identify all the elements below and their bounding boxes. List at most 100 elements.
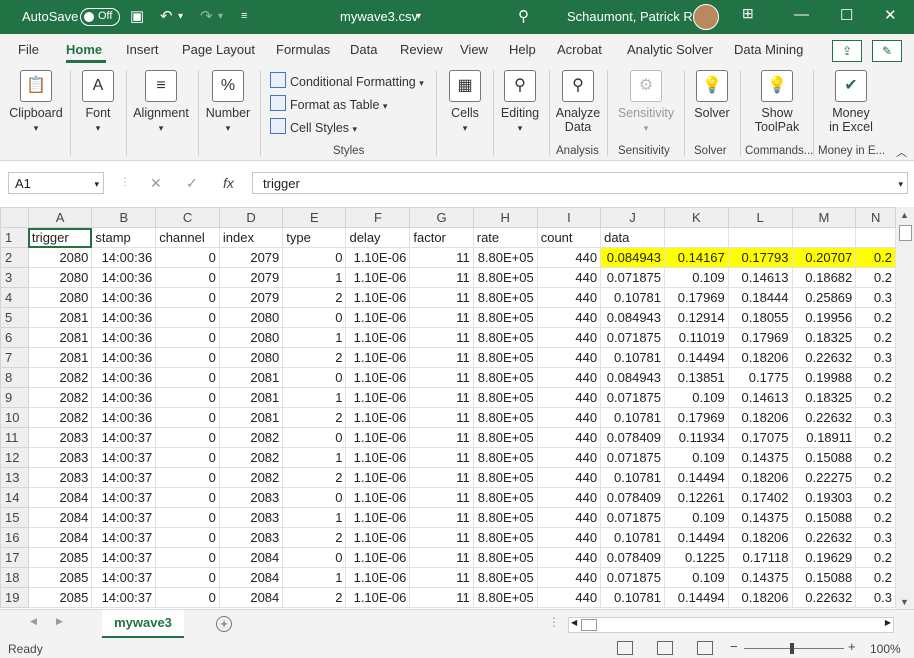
cell[interactable]: 0.14494 — [664, 347, 729, 368]
cell[interactable]: 0.109 — [664, 267, 729, 288]
cell[interactable]: 0 — [155, 427, 220, 448]
column-header[interactable]: A — [27, 207, 93, 228]
row-header[interactable]: 4 — [0, 287, 29, 308]
cell[interactable]: 1.10E-06 — [345, 467, 411, 488]
cell[interactable]: 8.80E+05 — [472, 387, 538, 408]
cell[interactable]: 14:00:37 — [91, 547, 157, 568]
cell[interactable]: 11 — [409, 287, 474, 308]
analyze-data-button[interactable]: ⚲ Analyze Data — [553, 70, 603, 134]
cell[interactable]: 0.17793 — [727, 247, 793, 268]
cell[interactable]: 2084 — [27, 527, 93, 548]
avatar[interactable] — [693, 4, 719, 30]
column-header[interactable]: N — [855, 207, 896, 228]
cell[interactable]: 0.14494 — [664, 467, 729, 488]
cell-styles-button[interactable]: Cell Styles ▾ — [270, 118, 357, 135]
cell[interactable]: 1.10E-06 — [345, 507, 411, 528]
user-name[interactable]: Schaumont, Patrick R. — [567, 9, 696, 24]
editing-button[interactable]: ⚲ Editing ▾ — [497, 70, 543, 134]
cell[interactable]: 0.17969 — [727, 327, 793, 348]
cell[interactable]: 440 — [536, 347, 602, 368]
cell[interactable]: 440 — [536, 507, 602, 528]
cell[interactable]: 440 — [536, 247, 602, 268]
cell[interactable]: 1 — [282, 567, 347, 588]
cell[interactable]: channel — [155, 227, 220, 248]
formula-input[interactable]: trigger ▾ — [252, 172, 908, 194]
cell[interactable]: 0.10781 — [600, 287, 666, 308]
page-layout-view-icon[interactable] — [657, 641, 673, 655]
column-header[interactable]: L — [727, 207, 793, 228]
cell[interactable]: 0.18206 — [727, 527, 793, 548]
cell[interactable] — [791, 227, 857, 248]
cell[interactable]: rate — [472, 227, 538, 248]
cell[interactable]: 8.80E+05 — [472, 347, 538, 368]
cell[interactable]: 0.17969 — [664, 407, 729, 428]
customize-toolbar-icon[interactable]: ≡ — [241, 10, 247, 22]
cell[interactable]: 0.2 — [855, 427, 896, 448]
cell[interactable]: 0.10781 — [600, 527, 666, 548]
cell[interactable]: 0.2 — [855, 567, 896, 588]
clipboard-button[interactable]: 📋 Clipboard ▾ — [8, 70, 64, 134]
cell[interactable]: 0.14613 — [727, 267, 793, 288]
cell[interactable]: 8.80E+05 — [472, 287, 538, 308]
cell[interactable]: 0.3 — [855, 587, 896, 608]
cell[interactable]: 2080 — [218, 307, 284, 328]
scroll-right-icon[interactable]: ▶ — [885, 618, 891, 627]
cell[interactable]: 0.18325 — [791, 327, 857, 348]
cell[interactable]: 0.14494 — [664, 587, 729, 608]
column-header[interactable]: G — [409, 207, 474, 228]
cell[interactable] — [727, 227, 793, 248]
cell[interactable]: 0 — [155, 467, 220, 488]
column-header[interactable]: B — [91, 207, 157, 228]
cell[interactable]: 2079 — [218, 267, 284, 288]
cell[interactable]: 0.14613 — [727, 387, 793, 408]
cell[interactable]: 0 — [155, 307, 220, 328]
cell[interactable]: 0.19988 — [791, 367, 857, 388]
cell[interactable]: 440 — [536, 547, 602, 568]
cell[interactable]: 11 — [409, 347, 474, 368]
row-header[interactable]: 3 — [0, 267, 29, 288]
cell[interactable]: 2084 — [218, 547, 284, 568]
cell[interactable]: 0.071875 — [600, 327, 666, 348]
row-header[interactable]: 10 — [0, 407, 29, 428]
cell[interactable]: 0.18206 — [727, 467, 793, 488]
row-header[interactable]: 19 — [0, 587, 29, 608]
tab-analytic-solver[interactable]: Analytic Solver — [627, 42, 713, 57]
cell[interactable]: 0.13851 — [664, 367, 729, 388]
column-header[interactable]: I — [536, 207, 602, 228]
cell[interactable]: 1.10E-06 — [345, 287, 411, 308]
cell[interactable]: 0.2 — [855, 267, 896, 288]
cell[interactable] — [855, 227, 896, 248]
cell[interactable]: 2079 — [218, 247, 284, 268]
row-header[interactable]: 7 — [0, 347, 29, 368]
cell[interactable]: 1.10E-06 — [345, 367, 411, 388]
cell[interactable]: 1.10E-06 — [345, 547, 411, 568]
cell[interactable]: 0 — [155, 487, 220, 508]
cell[interactable]: 1 — [282, 267, 347, 288]
cell[interactable]: 0.10781 — [600, 407, 666, 428]
collapse-ribbon-icon[interactable]: ︿ — [896, 144, 907, 160]
cell[interactable]: 2082 — [218, 427, 284, 448]
scroll-thumb[interactable] — [899, 225, 912, 241]
cell[interactable]: 2084 — [27, 507, 93, 528]
cell[interactable]: trigger — [27, 227, 93, 248]
file-title[interactable]: mywave3.csv — [340, 9, 418, 24]
cell[interactable]: 2085 — [27, 547, 93, 568]
cell[interactable]: 14:00:36 — [91, 347, 157, 368]
redo-dropdown-icon[interactable]: ▾ — [218, 11, 223, 22]
tab-data[interactable]: Data — [350, 42, 377, 57]
cell[interactable]: 2079 — [218, 287, 284, 308]
cell[interactable]: count — [536, 227, 602, 248]
cell[interactable]: 0 — [155, 287, 220, 308]
cell[interactable]: 0.1225 — [664, 547, 729, 568]
cell[interactable]: 2084 — [218, 567, 284, 588]
cell[interactable]: 8.80E+05 — [472, 247, 538, 268]
cell[interactable]: 1 — [282, 327, 347, 348]
cell[interactable]: 14:00:36 — [91, 307, 157, 328]
cell[interactable]: 0.3 — [855, 527, 896, 548]
cell[interactable]: 2082 — [27, 367, 93, 388]
cell[interactable]: 0.078409 — [600, 547, 666, 568]
cell[interactable]: 0.15088 — [791, 447, 857, 468]
cell[interactable]: 11 — [409, 327, 474, 348]
cell[interactable]: 8.80E+05 — [472, 267, 538, 288]
cell[interactable]: 0.084943 — [600, 247, 666, 268]
